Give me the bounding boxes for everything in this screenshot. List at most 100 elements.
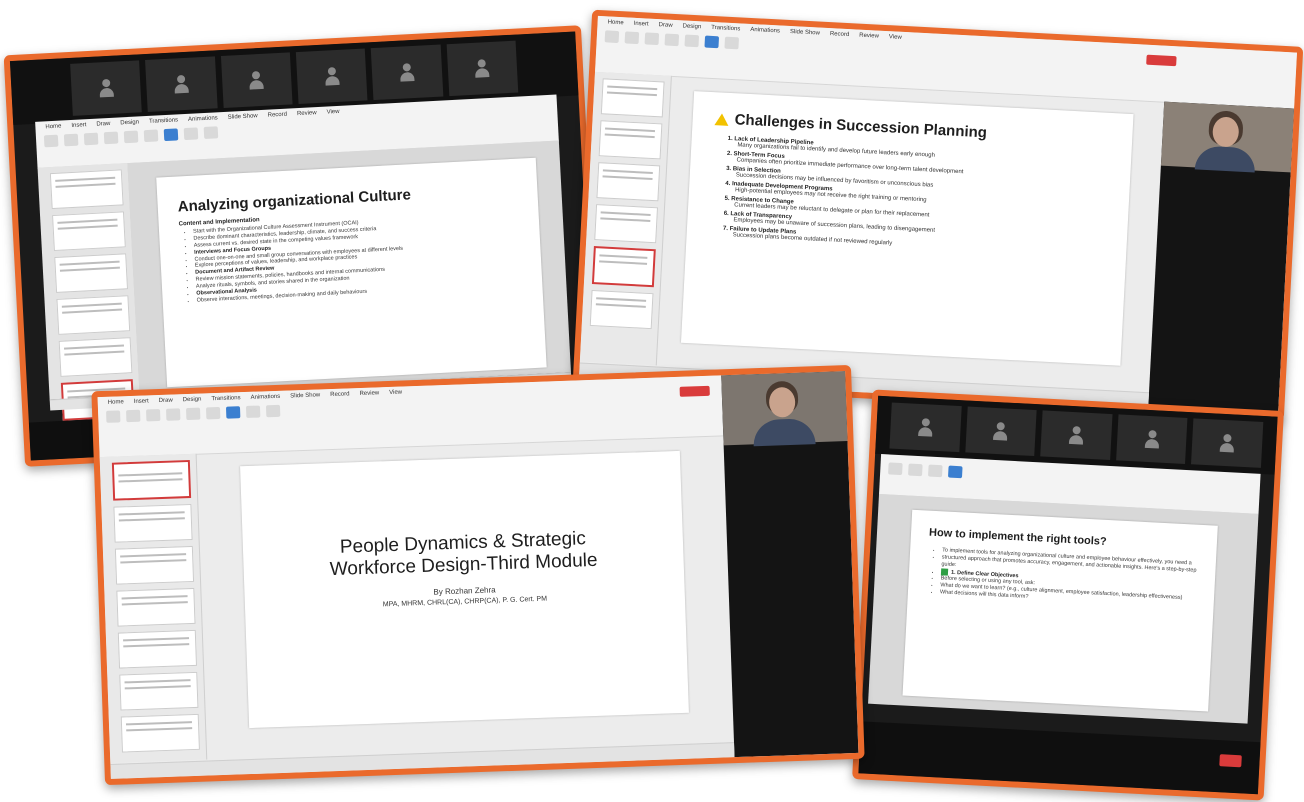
slide-thumbnail[interactable]	[589, 289, 654, 330]
slide[interactable]: People Dynamics & Strategic Workforce De…	[240, 450, 689, 729]
paste-icon[interactable]	[888, 462, 903, 476]
tab-animations[interactable]: Animations	[250, 394, 280, 401]
slide-thumbnail[interactable]	[117, 629, 197, 669]
tab-home[interactable]: Home	[108, 399, 124, 406]
tab-view[interactable]: View	[889, 34, 902, 41]
tab-view[interactable]: View	[327, 109, 340, 116]
tab-review[interactable]: Review	[359, 390, 379, 397]
participant-tile[interactable]	[220, 52, 293, 108]
font-icon[interactable]	[644, 32, 660, 46]
slide-thumbnail[interactable]	[113, 503, 193, 543]
tab-slide-show[interactable]: Slide Show	[290, 392, 320, 399]
new-slide-icon[interactable]	[63, 133, 79, 147]
slide[interactable]: Analyzing organizational Culture Content…	[156, 157, 547, 388]
slide-thumbnail[interactable]	[120, 713, 200, 753]
layout-icon[interactable]	[83, 132, 99, 146]
shapes-icon[interactable]	[225, 406, 241, 419]
designer-icon[interactable]	[265, 404, 281, 418]
shapes-icon[interactable]	[704, 35, 720, 49]
tab-insert[interactable]: Insert	[633, 21, 648, 28]
slide-title-text: Challenges in Succession Planning	[734, 111, 988, 142]
tab-view[interactable]: View	[389, 390, 402, 396]
bold-icon[interactable]	[185, 407, 201, 421]
record-button[interactable]	[1146, 54, 1177, 67]
tab-home[interactable]: Home	[45, 123, 61, 130]
tab-record[interactable]: Record	[330, 391, 350, 398]
tab-design[interactable]: Design	[183, 397, 202, 404]
font-icon[interactable]	[103, 131, 119, 145]
participant-tile[interactable]	[1040, 410, 1113, 461]
tab-animations[interactable]: Animations	[750, 27, 780, 35]
align-icon[interactable]	[684, 34, 700, 48]
slide-thumbnail[interactable]	[52, 211, 126, 252]
slide-thumbnail[interactable]	[596, 162, 661, 202]
align-icon[interactable]	[205, 406, 221, 420]
slide-thumbnail[interactable]	[116, 587, 196, 627]
new-slide-icon[interactable]	[624, 31, 640, 45]
tab-review[interactable]: Review	[297, 110, 317, 117]
paste-icon[interactable]	[604, 30, 620, 44]
participant-tile[interactable]	[295, 48, 368, 105]
tab-insert[interactable]: Insert	[134, 398, 149, 405]
slide[interactable]: How to implement the right tools? To imp…	[902, 509, 1218, 712]
person-face	[768, 386, 796, 418]
person-icon	[174, 75, 189, 94]
slide-thumbnail[interactable]	[54, 253, 129, 293]
font-icon[interactable]	[166, 408, 181, 421]
tab-insert[interactable]: Insert	[71, 122, 86, 129]
tab-home[interactable]: Home	[607, 19, 623, 26]
tab-draw[interactable]: Draw	[96, 121, 110, 128]
tab-design[interactable]: Design	[682, 23, 701, 30]
participant-tile[interactable]	[1115, 414, 1188, 464]
tab-transitions[interactable]: Transitions	[211, 395, 240, 402]
tab-slide-show[interactable]: Slide Show	[790, 29, 820, 37]
slide-thumbnail[interactable]	[598, 120, 663, 160]
tab-draw[interactable]: Draw	[658, 22, 672, 29]
tab-draw[interactable]: Draw	[159, 398, 173, 404]
arrange-icon[interactable]	[724, 36, 740, 50]
tab-review[interactable]: Review	[859, 33, 879, 40]
participant-tile[interactable]	[889, 402, 962, 453]
paste-icon[interactable]	[43, 134, 59, 148]
slide-thumbnail[interactable]	[49, 169, 124, 210]
participant-tile[interactable]	[964, 406, 1037, 457]
designer-icon[interactable]	[203, 126, 219, 140]
tab-transitions[interactable]: Transitions	[711, 25, 740, 33]
slide-thumbnail[interactable]	[594, 204, 659, 244]
participant-tile[interactable]	[371, 44, 444, 101]
person-icon	[1069, 426, 1084, 445]
tab-record[interactable]: Record	[268, 112, 288, 119]
shapes-icon[interactable]	[947, 465, 963, 479]
font-icon[interactable]	[908, 463, 923, 477]
slide-thumbnail[interactable]	[119, 671, 199, 711]
slide-thumbnail-selected[interactable]	[591, 246, 656, 288]
shapes-icon[interactable]	[163, 128, 179, 142]
bold-icon[interactable]	[664, 33, 680, 47]
arrange-icon[interactable]	[245, 405, 261, 418]
participant-tile[interactable]	[70, 60, 143, 116]
participant-tile[interactable]	[446, 40, 519, 97]
tab-design[interactable]: Design	[120, 119, 139, 126]
tab-animations[interactable]: Animations	[188, 115, 218, 123]
slide-thumbnail[interactable]	[600, 78, 665, 118]
align-icon[interactable]	[143, 129, 159, 143]
slide-thumbnail-selected[interactable]	[111, 459, 192, 501]
participant-tile[interactable]	[145, 56, 218, 112]
new-slide-icon[interactable]	[126, 409, 141, 423]
layout-icon[interactable]	[146, 408, 161, 422]
tab-transitions[interactable]: Transitions	[149, 117, 178, 125]
paste-icon[interactable]	[106, 410, 121, 423]
tab-record[interactable]: Record	[830, 31, 850, 38]
slide-thumbnail[interactable]	[58, 337, 133, 377]
slide-thumbnail[interactable]	[114, 545, 195, 585]
end-meeting-button[interactable]	[1219, 754, 1242, 768]
slide[interactable]: Challenges in Succession Planning 1. Lac…	[680, 91, 1134, 366]
arrange-icon[interactable]	[183, 127, 199, 141]
bold-icon[interactable]	[123, 130, 139, 144]
person-icon	[1220, 434, 1235, 453]
record-button[interactable]	[679, 385, 710, 397]
align-icon[interactable]	[928, 464, 943, 478]
tab-slide-show[interactable]: Slide Show	[228, 113, 258, 121]
participant-tile[interactable]	[1191, 418, 1264, 468]
slide-thumbnail[interactable]	[56, 295, 131, 335]
